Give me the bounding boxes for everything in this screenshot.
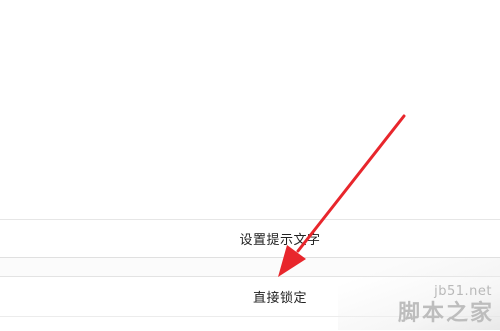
watermark: jb51.net 脚本之家 [338,258,500,330]
menu-item-set-hint-text[interactable]: 设置提示文字 [0,220,500,258]
menu-item-label: 设置提示文字 [239,233,321,248]
watermark-site-name: 脚本之家 [397,301,494,326]
menu-item-label: 直接锁定 [252,291,307,306]
